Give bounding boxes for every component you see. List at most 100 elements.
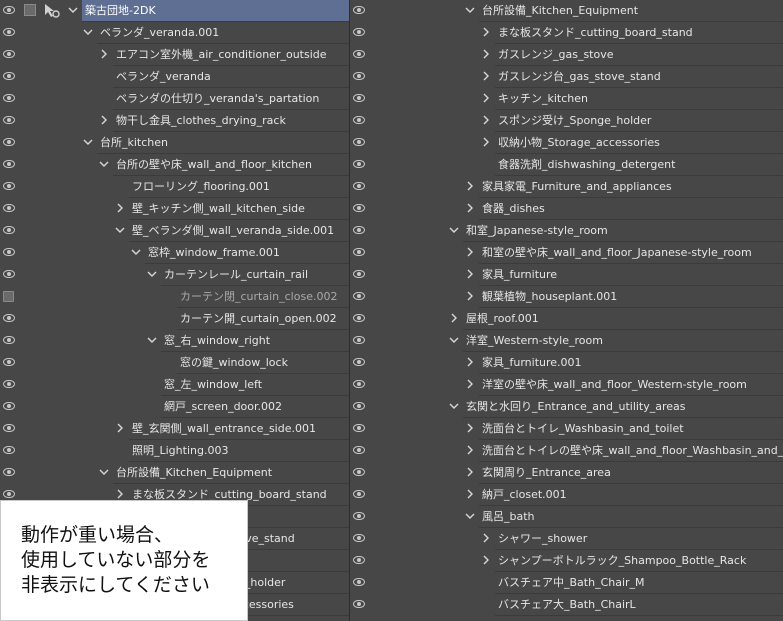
layer-row[interactable]: 物干し金具_clothes_drying_rack — [0, 110, 349, 132]
layer-row[interactable]: 洗面台とトイレ_Washbasin_and_toilet — [350, 418, 783, 440]
layer-name[interactable]: スポンジ受け_Sponge_holder — [495, 110, 783, 131]
eye-icon[interactable] — [353, 116, 365, 124]
eye-icon[interactable] — [353, 248, 365, 256]
layer-name[interactable]: 台所の壁や床_wall_and_floor_kitchen — [113, 154, 349, 175]
eye-icon[interactable] — [3, 94, 15, 102]
eye-icon[interactable] — [3, 50, 15, 58]
eye-icon[interactable] — [353, 160, 365, 168]
eye-icon[interactable] — [353, 600, 365, 608]
eye-icon[interactable] — [3, 28, 15, 36]
layer-row[interactable]: 和室の壁や床_wall_and_floor_Japanese-style_roo… — [350, 242, 783, 264]
layer-row[interactable]: 家具家電_Furniture_and_appliances — [350, 176, 783, 198]
eye-icon[interactable] — [3, 490, 15, 498]
layer-name[interactable]: 和室_Japanese-style_room — [463, 220, 783, 241]
eye-icon[interactable] — [353, 402, 365, 410]
layer-row[interactable]: 家具_furniture — [350, 264, 783, 286]
layer-name[interactable]: カーテンレール_curtain_rail — [161, 264, 349, 285]
visibility-off-checkbox[interactable] — [3, 291, 14, 302]
layer-name[interactable]: 玄関周り_Entrance_area — [479, 462, 783, 483]
chevron-down-icon[interactable] — [115, 225, 125, 235]
eye-icon[interactable] — [353, 424, 365, 432]
layer-row[interactable]: 壁_玄関側_wall_entrance_side.001 — [0, 418, 349, 440]
layer-row[interactable]: キッチン_kitchen — [350, 88, 783, 110]
layer-name[interactable]: 家具_furniture.001 — [479, 352, 783, 373]
eye-icon[interactable] — [3, 270, 15, 278]
layer-name[interactable]: 納戸_closet.001 — [479, 484, 783, 505]
chevron-right-icon[interactable] — [115, 203, 125, 213]
chevron-right-icon[interactable] — [115, 489, 125, 499]
layer-row[interactable]: カーテン開_curtain_open.002 — [0, 308, 349, 330]
layer-name[interactable]: キッチン_kitchen — [495, 88, 783, 109]
layer-row[interactable]: 洋室_Western-style_room — [350, 330, 783, 352]
chevron-right-icon[interactable] — [465, 203, 475, 213]
eye-icon[interactable] — [353, 204, 365, 212]
eye-icon[interactable] — [353, 380, 365, 388]
eye-icon[interactable] — [353, 270, 365, 278]
eye-icon[interactable] — [353, 314, 365, 322]
layer-name[interactable]: フローリング_flooring.001 — [129, 176, 349, 197]
layer-name[interactable]: カーテン開_curtain_open.002 — [177, 308, 349, 329]
eye-icon[interactable] — [3, 226, 15, 234]
chevron-right-icon[interactable] — [465, 291, 475, 301]
chevron-right-icon[interactable] — [465, 489, 475, 499]
layer-name[interactable]: バスチェア大_Bath_ChairL — [495, 594, 783, 615]
layer-row[interactable]: 窓枠_window_frame.001 — [0, 242, 349, 264]
layer-row[interactable]: 台所設備_Kitchen_Equipment — [350, 0, 783, 22]
layer-row[interactable]: シャワー_shower — [350, 528, 783, 550]
chevron-down-icon[interactable] — [449, 225, 459, 235]
layer-row[interactable]: 台所_kitchen — [0, 132, 349, 154]
eye-icon[interactable] — [353, 446, 365, 454]
eye-icon[interactable] — [353, 556, 365, 564]
eye-icon[interactable] — [3, 380, 15, 388]
eye-icon[interactable] — [353, 50, 365, 58]
chevron-right-icon[interactable] — [99, 115, 109, 125]
layer-row[interactable]: 壁_ベランダ側_wall_veranda_side.001 — [0, 220, 349, 242]
layer-name[interactable]: 照明_Lighting.003 — [129, 440, 349, 461]
layer-name[interactable]: 食器洗剤_dishwashing_detergent — [495, 154, 783, 175]
eye-icon[interactable] — [3, 160, 15, 168]
layer-row[interactable]: まな板スタンド_cutting_board_stand — [350, 22, 783, 44]
layer-row[interactable]: 玄関周り_Entrance_area — [350, 462, 783, 484]
layer-name[interactable]: 食器_dishes — [479, 198, 783, 219]
layer-row[interactable]: シャンプーボトルラック_Shampoo_Bottle_Rack — [350, 550, 783, 572]
layer-row[interactable]: 観葉植物_houseplant.001 — [350, 286, 783, 308]
layer-row[interactable]: スポンジ受け_Sponge_holder — [350, 110, 783, 132]
eye-icon[interactable] — [3, 314, 15, 322]
layer-name[interactable]: 収納小物_Storage_accessories — [495, 132, 783, 153]
eye-icon[interactable] — [3, 424, 15, 432]
eye-icon[interactable] — [353, 6, 365, 14]
layer-name[interactable]: 屋根_roof.001 — [463, 308, 783, 329]
layer-row[interactable]: 築古団地-2DK — [0, 0, 349, 22]
layer-name[interactable]: 物干し金具_clothes_drying_rack — [113, 110, 349, 131]
eye-icon[interactable] — [353, 336, 365, 344]
layer-name[interactable]: ベランダ_veranda.001 — [97, 22, 349, 43]
layer-name[interactable]: 築古団地-2DK — [82, 0, 349, 21]
chevron-right-icon[interactable] — [99, 49, 109, 59]
layer-row[interactable]: 網戸_screen_door.002 — [0, 396, 349, 418]
chevron-right-icon[interactable] — [481, 71, 491, 81]
chevron-right-icon[interactable] — [481, 533, 491, 543]
layer-row[interactable]: ベランダ_veranda.001 — [0, 22, 349, 44]
chevron-down-icon[interactable] — [99, 159, 109, 169]
chevron-right-icon[interactable] — [449, 313, 459, 323]
chevron-down-icon[interactable] — [131, 247, 141, 257]
layer-row[interactable]: 風呂_bath — [350, 506, 783, 528]
eye-icon[interactable] — [353, 534, 365, 542]
eye-icon[interactable] — [353, 138, 365, 146]
eye-icon[interactable] — [353, 94, 365, 102]
chevron-right-icon[interactable] — [481, 49, 491, 59]
eye-icon[interactable] — [353, 358, 365, 366]
chevron-down-icon[interactable] — [465, 511, 475, 521]
layer-name[interactable]: 和室の壁や床_wall_and_floor_Japanese-style_roo… — [479, 242, 783, 263]
layer-row[interactable]: 屋根_roof.001 — [350, 308, 783, 330]
eye-icon[interactable] — [353, 578, 365, 586]
layer-name[interactable]: 家具家電_Furniture_and_appliances — [479, 176, 783, 197]
eye-icon[interactable] — [3, 468, 15, 476]
layer-row[interactable]: 収納小物_Storage_accessories — [350, 132, 783, 154]
layer-row[interactable]: 台所の壁や床_wall_and_floor_kitchen — [0, 154, 349, 176]
chevron-right-icon[interactable] — [465, 423, 475, 433]
layer-row[interactable]: ガスレンジ_gas_stove — [350, 44, 783, 66]
chevron-right-icon[interactable] — [481, 555, 491, 565]
layer-name[interactable]: ガスレンジ_gas_stove — [495, 44, 783, 65]
layer-row[interactable]: ガスレンジ台_gas_stove_stand — [350, 66, 783, 88]
